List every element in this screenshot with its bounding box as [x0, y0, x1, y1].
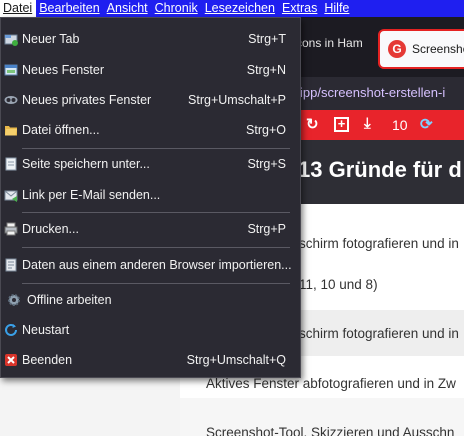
- menu-item-label: Neues privates Fenster: [22, 93, 152, 107]
- menu-item-private-window[interactable]: Neues privates Fenster Strg+Umschalt+P: [1, 85, 300, 115]
- menu-bearbeiten-label: Bearbeiten: [39, 1, 100, 15]
- menu-separator: [22, 247, 290, 248]
- email-link-icon: [4, 190, 18, 202]
- menu-separator: [22, 283, 290, 284]
- quit-icon: [5, 354, 17, 366]
- reload-icon[interactable]: ↻: [306, 115, 319, 133]
- menu-item-label: Seite speichern unter...: [22, 157, 150, 171]
- menu-item-shortcut: Strg+Umschalt+Q: [186, 353, 286, 367]
- menu-item-label: Neustart: [22, 323, 70, 337]
- browser-tab-active[interactable]: G Screensho: [378, 29, 464, 69]
- menu-chronik-label: Chronik: [154, 1, 198, 15]
- menu-item-shortcut: Strg+Umschalt+P: [188, 93, 286, 107]
- menu-item-label: Beenden: [22, 353, 73, 367]
- menu-bearbeiten[interactable]: Bearbeiten: [36, 0, 103, 17]
- menu-item-label: Daten aus einem anderen Browser importie…: [22, 258, 292, 272]
- menu-item-shortcut: Strg+S: [247, 157, 286, 171]
- new-window-icon: [4, 64, 18, 76]
- url-text[interactable]: ipp/screenshot-erstellen-i: [300, 85, 445, 100]
- menubar: Datei Bearbeiten Ansicht Chronik Lesezei…: [0, 0, 464, 17]
- menu-hilfe-label: Hilfe: [324, 1, 350, 15]
- import-icon: [5, 258, 17, 272]
- menu-item-label: Neuer Tab: [22, 32, 80, 46]
- menu-datei-label: Datei: [3, 1, 33, 15]
- menu-item-email-link[interactable]: Link per E-Mail senden...: [1, 180, 300, 210]
- restart-icon: [5, 323, 17, 336]
- menu-item-quit[interactable]: Beenden Strg+Umschalt+Q: [1, 345, 300, 375]
- menu-ansicht-label: Ansicht: [106, 1, 148, 15]
- menu-item-label: Link per E-Mail senden...: [22, 188, 161, 202]
- browser-tab-title: Screensho: [412, 42, 464, 56]
- browser-tab-inactive[interactable]: cons in Ham: [296, 36, 363, 50]
- menu-datei[interactable]: Datei: [0, 0, 37, 17]
- offline-gear-icon: [8, 294, 20, 306]
- content-line[interactable]: schirm fotografieren und in: [299, 236, 459, 251]
- menu-separator: [22, 212, 290, 213]
- menu-hilfe[interactable]: Hilfe: [321, 0, 353, 17]
- menu-item-open-file[interactable]: Datei öffnen... Strg+O: [1, 115, 300, 145]
- page-heading: 13 Gründe für d: [298, 157, 462, 182]
- menu-item-label: Neues Fenster: [22, 63, 104, 77]
- menu-item-shortcut: Strg+P: [247, 222, 286, 236]
- menu-ansicht[interactable]: Ansicht: [104, 0, 152, 17]
- menu-item-shortcut: Strg+N: [246, 63, 286, 77]
- save-page-icon: [5, 157, 17, 171]
- content-line[interactable]: schirm fotografieren und in: [299, 326, 459, 341]
- menu-item-shortcut: Strg+O: [246, 123, 286, 137]
- menu-item-label: Drucken...: [22, 222, 79, 236]
- google-favicon-icon: G: [388, 40, 406, 58]
- folder-open-icon: [5, 126, 17, 136]
- menu-extras[interactable]: Extras: [279, 0, 321, 17]
- download-icon[interactable]: ⤓: [364, 115, 371, 132]
- menu-lesezeichen-label: Lesezeichen: [204, 1, 275, 15]
- menu-extras-label: Extras: [281, 1, 318, 15]
- new-tab-icon: [4, 34, 18, 46]
- menu-item-label: Offline arbeiten: [27, 293, 112, 307]
- menu-item-label: Datei öffnen...: [22, 123, 100, 137]
- sync-icon[interactable]: ⟳: [420, 115, 433, 133]
- menu-item-import[interactable]: Daten aus einem anderen Browser importie…: [1, 250, 300, 280]
- menu-item-print[interactable]: Drucken... Strg+P: [1, 214, 300, 244]
- content-line[interactable]: Screenshot-Tool, Skizzieren und Ausschn: [206, 425, 454, 436]
- menu-lesezeichen[interactable]: Lesezeichen: [202, 0, 279, 17]
- private-window-icon: [4, 96, 18, 104]
- menu-item-new-window[interactable]: Neues Fenster Strg+N: [1, 55, 300, 85]
- menu-item-restart[interactable]: Neustart: [1, 315, 300, 345]
- content-line[interactable]: 11, 10 und 8): [299, 277, 378, 292]
- content-line[interactable]: Aktives Fenster abfotografieren und in Z…: [206, 376, 456, 391]
- menu-item-offline[interactable]: Offline arbeiten: [1, 285, 300, 315]
- printer-icon: [4, 222, 18, 236]
- menu-chronik[interactable]: Chronik: [152, 0, 202, 17]
- menu-item-new-tab[interactable]: Neuer Tab Strg+T: [1, 24, 300, 54]
- add-box-icon[interactable]: +: [334, 117, 349, 132]
- toolbar-counter: 10: [392, 117, 408, 133]
- menu-item-shortcut: Strg+T: [248, 32, 286, 46]
- file-menu-dropdown: Neuer Tab Strg+T Neues Fenster Strg+N Ne…: [0, 17, 301, 378]
- menu-item-save-page[interactable]: Seite speichern unter... Strg+S: [1, 149, 300, 179]
